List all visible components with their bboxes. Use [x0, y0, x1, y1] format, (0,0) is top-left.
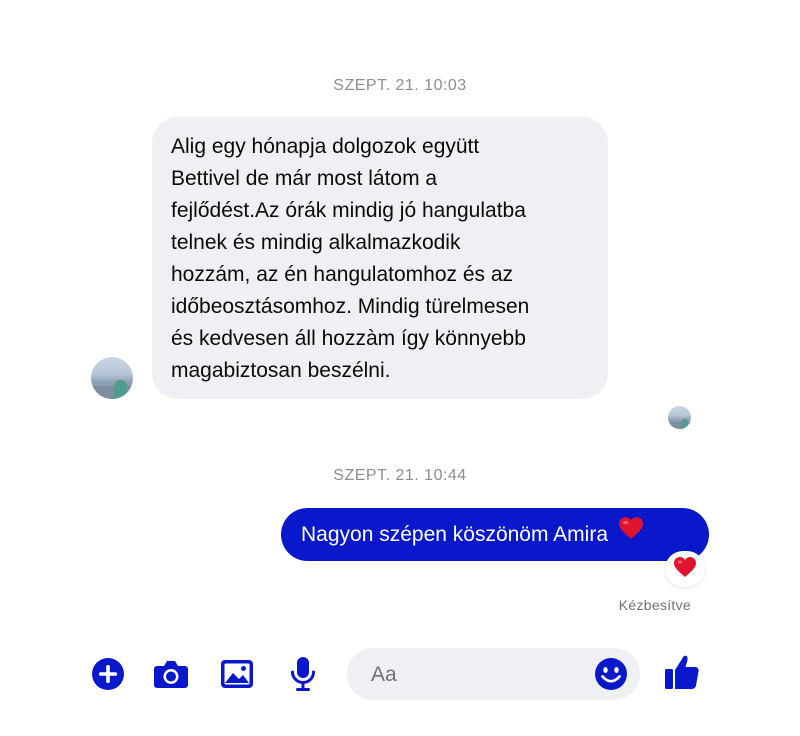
avatar-ground	[91, 386, 133, 399]
image-icon[interactable]	[219, 656, 255, 692]
incoming-message-bubble[interactable]: Alig egy hónapja dolgozok együtt Bettive…	[152, 117, 608, 399]
heart-icon	[618, 507, 644, 560]
avatar-ground	[668, 422, 691, 429]
seen-receipt-avatar	[668, 406, 691, 429]
avatar-figure	[680, 418, 688, 429]
message-reaction[interactable]	[665, 551, 705, 587]
message-input[interactable]	[369, 648, 583, 702]
message-line: és kedvesen áll hozzàm így könnyebb	[171, 327, 526, 350]
message-input-box[interactable]	[347, 648, 640, 702]
delivery-status: Kézbesítve	[618, 597, 691, 613]
message-line: telnek és mindig alkalmazkodik	[171, 231, 461, 254]
outgoing-message-bubble[interactable]: Nagyon szépen köszönöm Amira	[281, 508, 709, 561]
message-line: Alig egy hónapja dolgozok együtt	[171, 135, 480, 158]
chat-screen: SZEPT. 21. 10:03 Alig egy hónapja dolgoz…	[0, 0, 800, 736]
message-line: Bettivel de már most látom a	[171, 167, 438, 190]
message-line: hozzám, az én hangulatomhoz és az	[171, 263, 514, 286]
timestamp: SZEPT. 21. 10:03	[333, 77, 467, 94]
heart-icon	[673, 556, 697, 583]
plus-circle-icon[interactable]	[90, 656, 126, 692]
message-line: időbeosztásomhoz. Mindig türelmesen	[171, 295, 530, 318]
sender-avatar[interactable]	[91, 357, 133, 399]
message-line: fejlődést.Az órák mindig jó hangulatba	[171, 199, 526, 222]
timestamp: SZEPT. 21. 10:44	[333, 467, 467, 484]
outgoing-message-text: Nagyon szépen köszönöm Amira	[301, 523, 608, 546]
smiley-icon[interactable]	[594, 657, 628, 691]
thumbs-up-icon[interactable]	[664, 654, 700, 690]
camera-icon[interactable]	[153, 656, 189, 692]
avatar-figure	[114, 380, 127, 399]
microphone-icon[interactable]	[285, 656, 321, 692]
message-line: magabiztosan beszélni.	[171, 359, 391, 382]
message-composer	[0, 640, 800, 710]
